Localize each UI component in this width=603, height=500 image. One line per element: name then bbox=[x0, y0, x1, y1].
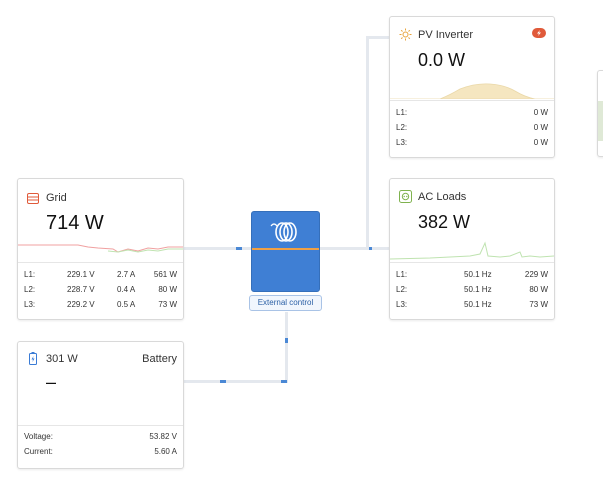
inverter-box[interactable] bbox=[251, 211, 320, 292]
pv-divider bbox=[390, 100, 554, 101]
pv-row-l1: L1: 0 W bbox=[396, 108, 548, 122]
ac-row-l2: L2: 50.1 Hz 80 W bbox=[396, 285, 548, 299]
ac-sparkline bbox=[390, 241, 554, 260]
battery-title: Battery bbox=[142, 353, 177, 365]
voltage-label: Voltage: bbox=[24, 432, 53, 441]
voltage-value: 228.7 V bbox=[67, 285, 95, 294]
phase-label: L1: bbox=[396, 270, 408, 279]
phase-label: L2: bbox=[396, 285, 408, 294]
battery-icon bbox=[29, 352, 37, 370]
ac-title: AC Loads bbox=[418, 191, 467, 203]
ac-row-l1: L1: 50.1 Hz 229 W bbox=[396, 270, 548, 284]
victron-logo-icon bbox=[268, 220, 304, 249]
pv-sparkline bbox=[390, 83, 554, 99]
grid-row-l1: L1: 229.1 V 2.7 A 561 W bbox=[24, 270, 177, 284]
connector-marker bbox=[220, 380, 226, 383]
current-value: 0.4 A bbox=[117, 285, 136, 294]
grid-row-l3: L3: 229.2 V 0.5 A 73 W bbox=[24, 300, 177, 314]
battery-power: 301 W bbox=[46, 353, 78, 365]
current-value: 2.7 A bbox=[117, 270, 136, 279]
grid-divider bbox=[18, 262, 183, 263]
offscreen-card-map-thumbnail bbox=[598, 101, 603, 141]
connector-pv-horizontal bbox=[366, 36, 389, 39]
connector-inverter-battery-horizontal bbox=[183, 380, 288, 383]
phase-label: L3: bbox=[24, 300, 36, 309]
connector-inverter-acloads bbox=[319, 247, 389, 250]
grid-title: Grid bbox=[46, 192, 67, 204]
battery-row-current: Current: 5.60 A bbox=[24, 447, 177, 461]
power-value: 0 W bbox=[533, 123, 548, 132]
power-value: 0 W bbox=[533, 108, 548, 117]
voltage-value: 53.82 V bbox=[149, 432, 177, 441]
voltage-value: 229.1 V bbox=[67, 270, 95, 279]
current-value: 0.5 A bbox=[117, 300, 136, 309]
phase-label: L3: bbox=[396, 138, 408, 147]
pv-row-l3: L3: 0 W bbox=[396, 138, 548, 152]
power-value: 0 W bbox=[533, 138, 548, 147]
current-value: 5.60 A bbox=[154, 447, 177, 456]
frequency-value: 50.1 Hz bbox=[464, 285, 492, 294]
frequency-value: 50.1 Hz bbox=[464, 270, 492, 279]
current-label: Current: bbox=[24, 447, 53, 456]
external-control-label: External control bbox=[249, 295, 322, 311]
inverter-ac-line bbox=[252, 248, 319, 250]
pv-power: 0.0 W bbox=[418, 50, 466, 70]
ac-power: 382 W bbox=[418, 212, 471, 232]
power-value: 229 W bbox=[524, 270, 548, 279]
battery-state: – bbox=[46, 372, 57, 392]
pv-inverter-card[interactable]: PV Inverter 0.0 W L1: 0 W L2: 0 W L3: 0 … bbox=[389, 16, 555, 158]
power-value: 80 W bbox=[529, 285, 548, 294]
phase-label: L2: bbox=[24, 285, 36, 294]
battery-divider bbox=[18, 425, 183, 426]
ac-divider bbox=[390, 262, 554, 263]
power-value: 73 W bbox=[158, 300, 177, 309]
power-value: 80 W bbox=[158, 285, 177, 294]
connector-pv-vertical bbox=[366, 36, 369, 250]
sun-icon bbox=[399, 28, 412, 46]
phase-label: L1: bbox=[396, 108, 408, 117]
grid-card[interactable]: Grid 714 W L1: 229.1 V 2.7 A 561 W L2: 2… bbox=[17, 178, 184, 320]
battery-card[interactable]: 301 W Battery – Voltage: 53.82 V Current… bbox=[17, 341, 184, 469]
socket-icon bbox=[399, 190, 412, 208]
grid-icon bbox=[27, 191, 39, 209]
ac-loads-card[interactable]: AC Loads 382 W L1: 50.1 Hz 229 W L2: 50.… bbox=[389, 178, 555, 320]
alert-badge-icon[interactable] bbox=[532, 25, 546, 43]
connector-marker bbox=[285, 338, 288, 343]
power-value: 73 W bbox=[529, 300, 548, 309]
pv-title: PV Inverter bbox=[418, 29, 474, 41]
grid-sparkline bbox=[18, 244, 183, 253]
phase-label: L1: bbox=[24, 270, 36, 279]
connector-marker bbox=[281, 380, 287, 383]
connector-inverter-battery-vertical bbox=[285, 312, 288, 382]
power-value: 561 W bbox=[153, 270, 177, 279]
offscreen-card-edge[interactable] bbox=[597, 70, 603, 157]
pv-row-l2: L2: 0 W bbox=[396, 123, 548, 137]
battery-row-voltage: Voltage: 53.82 V bbox=[24, 432, 177, 446]
grid-row-l2: L2: 228.7 V 0.4 A 80 W bbox=[24, 285, 177, 299]
frequency-value: 50.1 Hz bbox=[464, 300, 492, 309]
voltage-value: 229.2 V bbox=[67, 300, 95, 309]
phase-label: L2: bbox=[396, 123, 408, 132]
phase-label: L3: bbox=[396, 300, 408, 309]
connector-marker bbox=[236, 247, 242, 250]
ac-row-l3: L3: 50.1 Hz 73 W bbox=[396, 300, 548, 314]
grid-power: 714 W bbox=[46, 212, 104, 234]
